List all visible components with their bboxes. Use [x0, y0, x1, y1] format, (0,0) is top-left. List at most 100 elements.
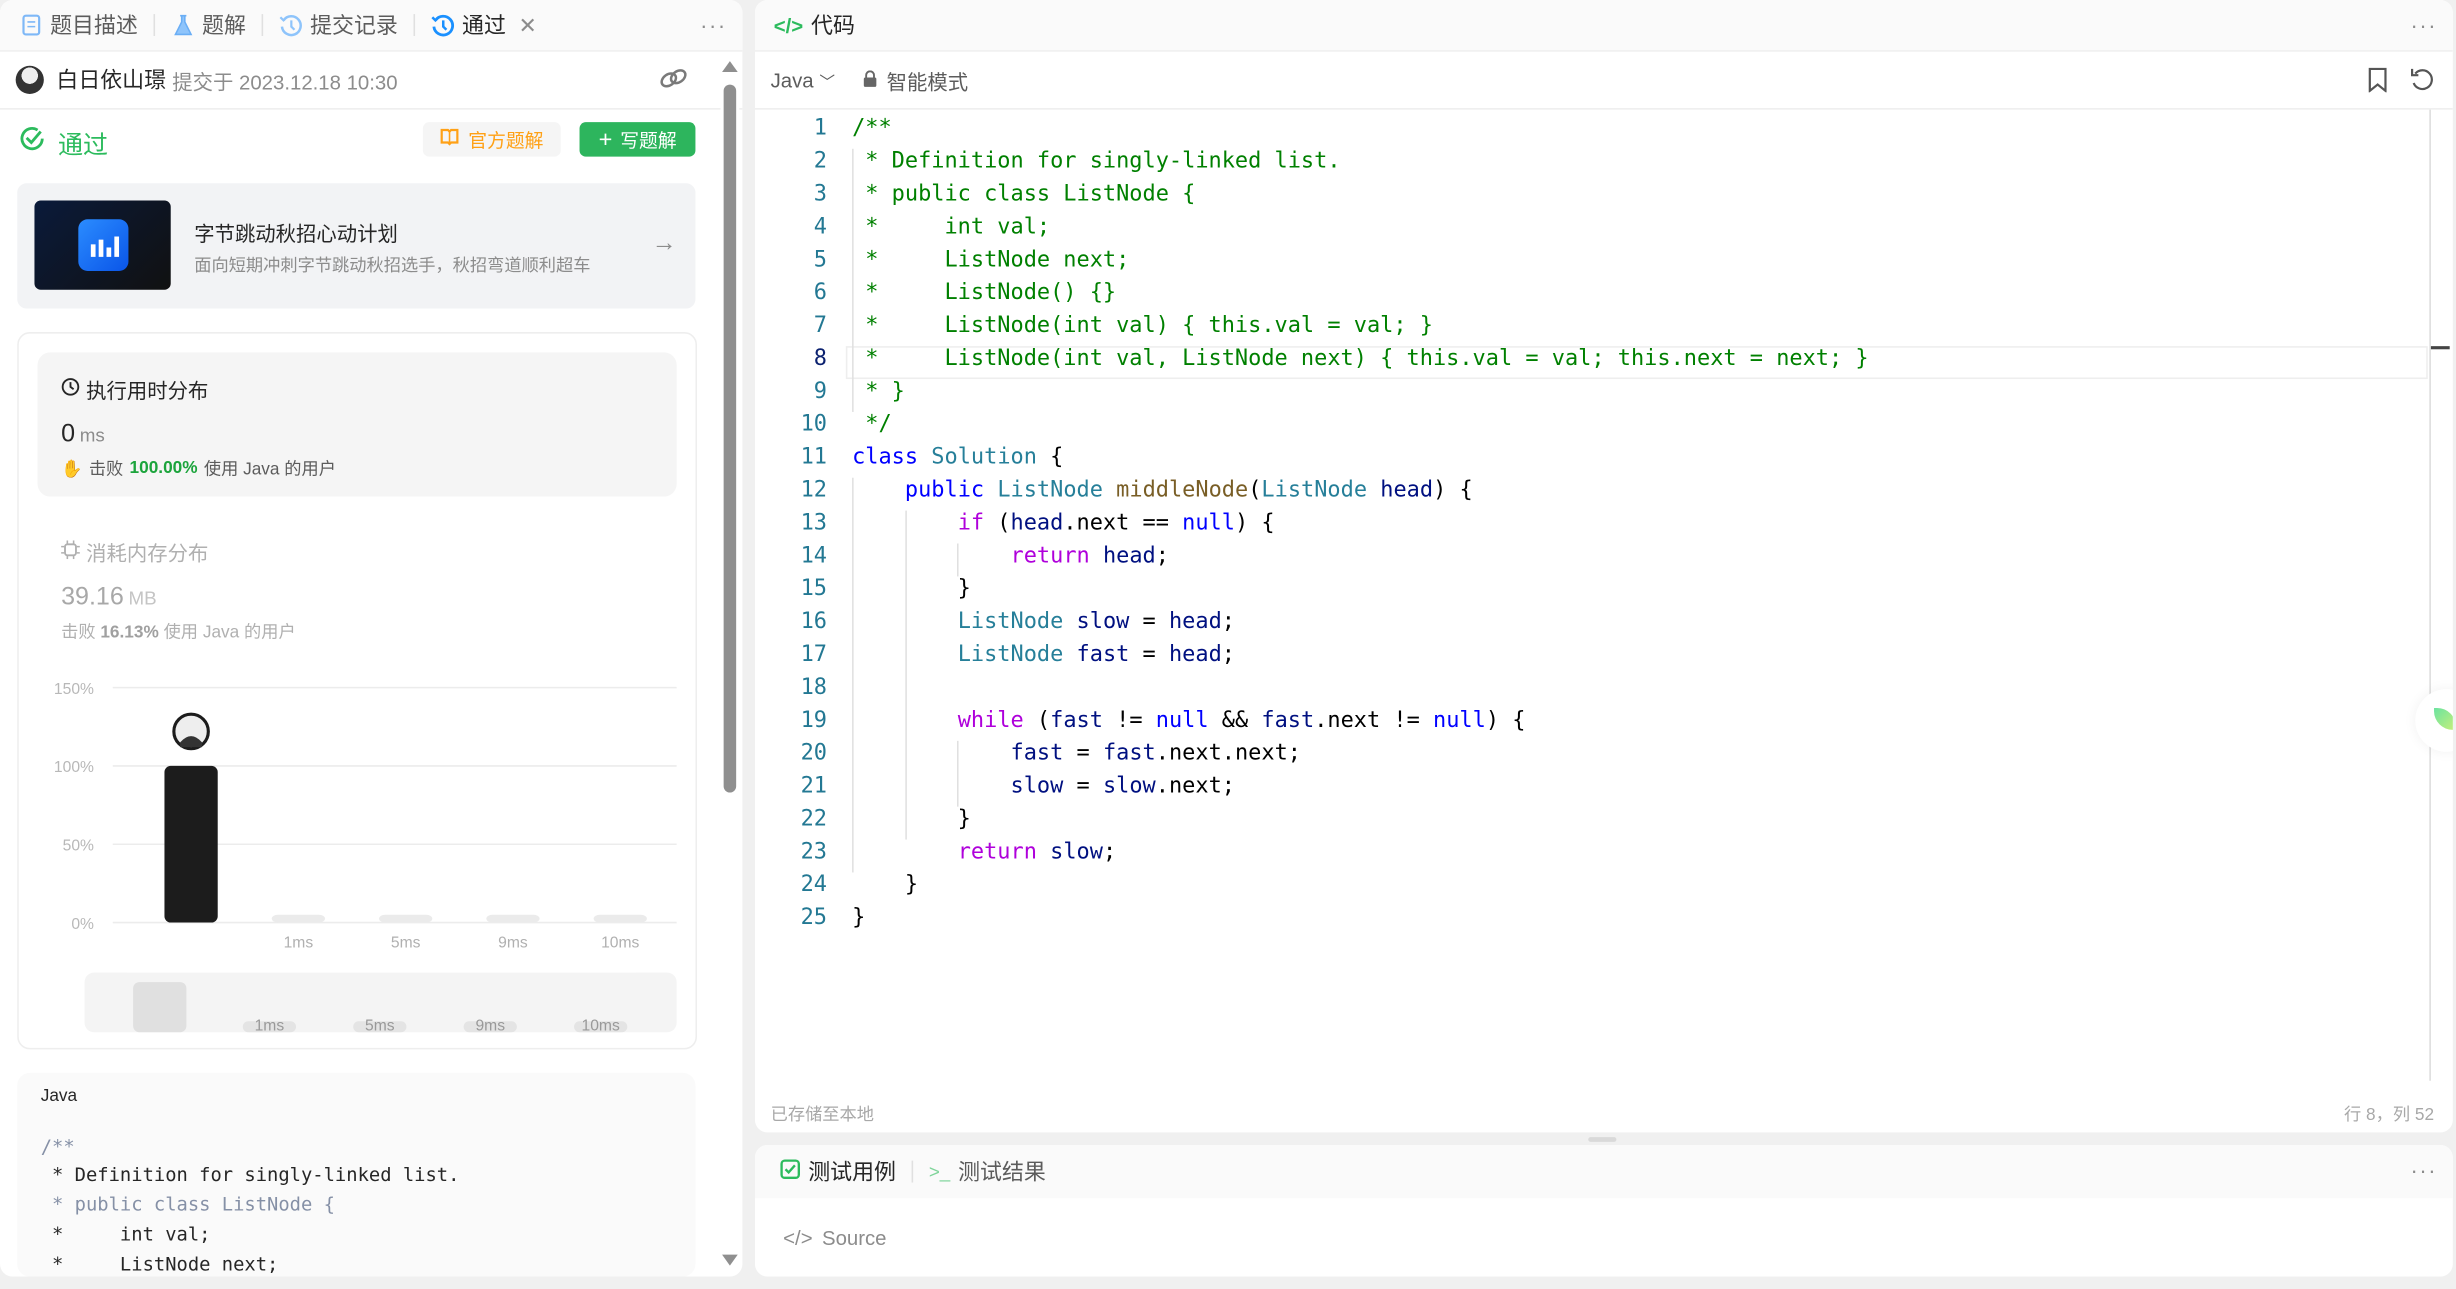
line-number: 7	[813, 313, 828, 339]
smart-mode[interactable]: 智能模式	[887, 65, 968, 95]
code-line[interactable]: * ListNode() {}	[852, 280, 1116, 305]
code-line[interactable]: slow = slow.next;	[852, 774, 1235, 799]
memory-title[interactable]: 消耗内存分布	[61, 537, 208, 567]
code-line[interactable]: */	[852, 412, 891, 437]
submission-panel: 题目描述 题解 提交记录 通过 ✕ ··· 白日依山璟 提交于 2023.12.…	[0, 0, 743, 1277]
more-icon[interactable]: ···	[2411, 1157, 2438, 1182]
bar	[164, 765, 218, 923]
chevron-down-icon: ﹀	[819, 74, 835, 92]
code-line[interactable]: }	[852, 905, 865, 930]
editor-scrollbar[interactable]	[2429, 109, 2431, 1081]
code-line[interactable]: * public class ListNode {	[852, 182, 1195, 207]
line-number: 23	[800, 839, 828, 865]
reset-icon[interactable]	[2409, 67, 2434, 97]
divider	[261, 14, 264, 37]
code-line[interactable]: }	[852, 872, 918, 897]
code-preview-line: * Definition for singly-linked list.	[40, 1163, 460, 1186]
line-number: 18	[800, 675, 828, 701]
left-scrollbar[interactable]	[720, 56, 740, 1272]
history-icon	[431, 13, 454, 36]
code-line[interactable]: * }	[852, 379, 905, 404]
lock-icon	[863, 68, 877, 91]
code-line[interactable]: class Solution {	[852, 445, 1063, 470]
promo-image	[34, 200, 171, 290]
runtime-section[interactable]: 执行用时分布 0 ms ✋ 击败 100.00% 使用 Java 的用户	[37, 352, 677, 497]
line-number: 19	[800, 707, 828, 734]
runtime-beat: ✋ 击败 100.00% 使用 Java 的用户	[61, 456, 336, 481]
clap-icon: ✋	[61, 459, 83, 479]
scroll-thumb[interactable]	[723, 84, 737, 793]
x-tick-label: 1ms	[284, 935, 314, 952]
overview-bar	[133, 982, 187, 1033]
link-icon[interactable]	[658, 66, 689, 96]
close-icon[interactable]: ✕	[518, 12, 536, 39]
bookmark-icon[interactable]	[2368, 67, 2387, 97]
code-line[interactable]: /**	[852, 116, 892, 141]
code-line[interactable]: return slow;	[852, 840, 1116, 865]
bar	[486, 914, 540, 923]
chip-icon	[61, 540, 80, 563]
code-line[interactable]: * int val;	[852, 215, 1050, 240]
divider	[153, 14, 156, 37]
code-line[interactable]: }	[852, 576, 971, 601]
avatar[interactable]	[15, 65, 44, 94]
bar	[379, 914, 433, 923]
book-icon	[440, 128, 459, 150]
code-line[interactable]: ListNode slow = head;	[852, 609, 1235, 634]
code-line[interactable]: fast = fast.next.next;	[852, 741, 1301, 766]
more-icon[interactable]: ···	[2411, 13, 2438, 38]
submission-header: 白日依山璟 提交于 2023.12.18 10:30	[0, 52, 743, 110]
more-icon[interactable]: ···	[700, 13, 727, 38]
line-number: 6	[813, 280, 828, 306]
line-number: 16	[800, 609, 828, 635]
submitted-at: 提交于 2023.12.18 10:30	[172, 69, 398, 94]
y-tick-label: 50%	[63, 838, 94, 855]
tab-test-result[interactable]: >_ 测试结果	[923, 1156, 1053, 1187]
code-line[interactable]: while (fast != null && fast.next != null…	[852, 708, 1526, 733]
promo-card[interactable]: 字节跳动秋招心动计划 面向短期冲刺字节跳动秋招选手，秋招弯道顺利超车 →	[17, 183, 696, 309]
resize-handle[interactable]	[1588, 1137, 1617, 1142]
code-line[interactable]: public ListNode middleNode(ListNode head…	[852, 478, 1473, 503]
source-button[interactable]: </> Source	[783, 1226, 886, 1249]
write-solution-button[interactable]: + 写题解	[579, 122, 696, 157]
arrow-right-icon[interactable]: →	[652, 230, 677, 258]
status-row: 通过 官方题解 + 写题解	[19, 122, 696, 163]
submitter-name[interactable]: 白日依山璟	[56, 64, 166, 95]
cursor-position: 行 8，列 52	[2344, 1105, 2435, 1125]
tab-accepted[interactable]: 通过 ✕	[424, 9, 543, 40]
beat-prefix: 击败	[88, 460, 124, 480]
tab-solutions[interactable]: 题解	[164, 9, 252, 40]
code-line[interactable]: * Definition for singly-linked list.	[852, 149, 1340, 174]
code-line[interactable]: return head;	[852, 544, 1169, 569]
code-line[interactable]: ListNode fast = head;	[852, 642, 1235, 667]
code-line[interactable]: }	[852, 807, 971, 832]
tab-testcase[interactable]: 测试用例	[774, 1156, 902, 1187]
scroll-down-icon[interactable]	[722, 1254, 738, 1266]
code-line[interactable]: if (head.next == null) {	[852, 511, 1275, 536]
x-tick-label: 9ms	[498, 935, 528, 952]
memory-number: 39.16	[61, 584, 124, 611]
code-line[interactable]: * ListNode(int val) { this.val = val; }	[852, 313, 1433, 338]
tab-label: 代码	[811, 12, 855, 38]
line-number: 8	[813, 346, 828, 372]
code-line[interactable]: * ListNode next;	[852, 247, 1129, 272]
test-panel: 测试用例 >_ 测试结果 ··· </> Source	[754, 1144, 2453, 1277]
code-area[interactable]: 1 /** 2 * Definition for singly-linked lis…	[755, 116, 2453, 1089]
y-tick-label: 100%	[54, 759, 94, 776]
line-number: 22	[800, 806, 828, 832]
memory-beat: 击败 16.13% 使用 Java 的用户	[61, 619, 296, 644]
code-icon: </>	[783, 1226, 813, 1250]
code-line[interactable]: * ListNode(int val, ListNode next) { thi…	[852, 346, 1868, 371]
runtime-distribution-chart[interactable]: 0% 50% 100% 150% 1ms 5ms 9ms 10ms 1ms 5ms 9ms 10ms	[34, 675, 692, 1038]
tab-description[interactable]: 题目描述	[13, 9, 145, 40]
tab-label: 题目描述	[50, 12, 138, 38]
scroll-up-icon[interactable]	[722, 61, 738, 73]
tab-submissions[interactable]: 提交记录	[273, 9, 405, 40]
plus-icon: +	[598, 126, 613, 153]
scroll-cursor-marker	[2430, 346, 2450, 350]
language-value: Java	[770, 68, 814, 92]
language-select[interactable]: Java ﹀	[771, 68, 835, 91]
tab-code[interactable]: </> 代码	[767, 9, 861, 40]
runtime-title-text: 执行用时分布	[86, 379, 209, 403]
official-solution-button[interactable]: 官方题解	[422, 122, 561, 157]
